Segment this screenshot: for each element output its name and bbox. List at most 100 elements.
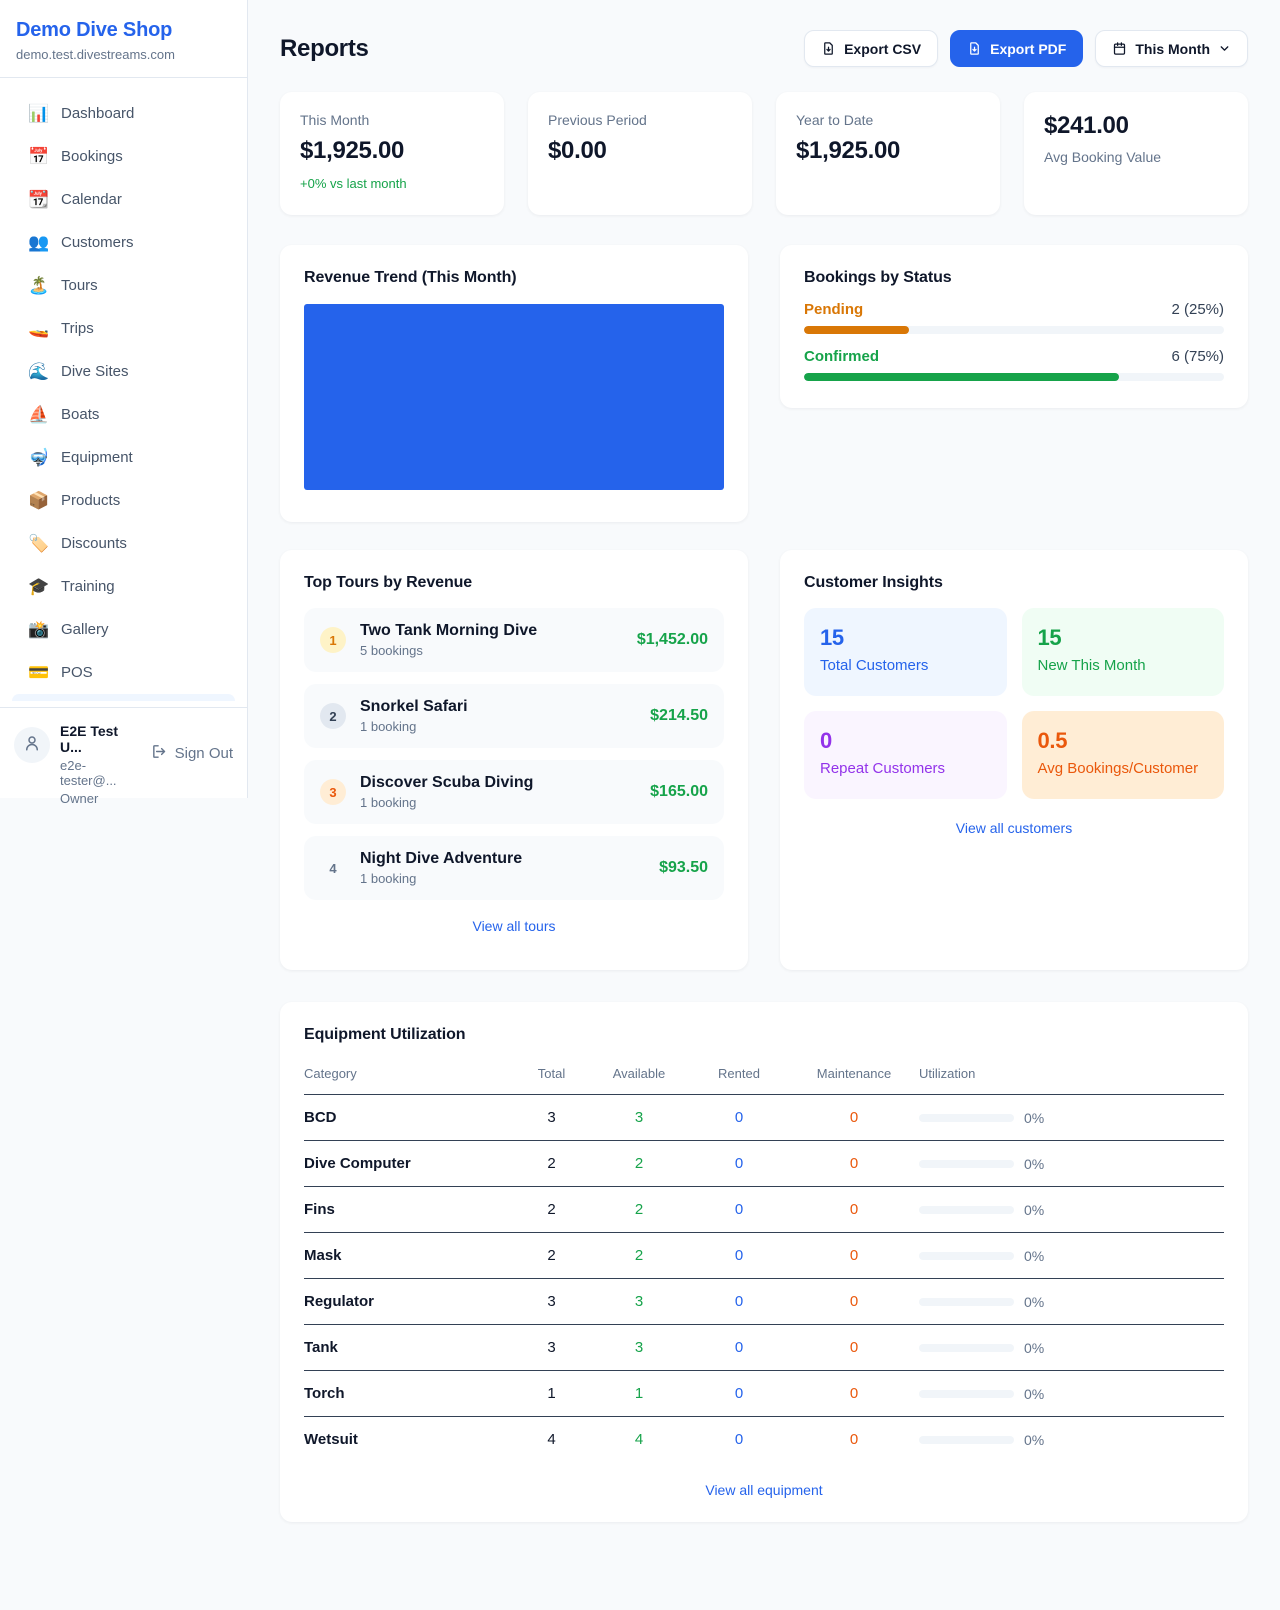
insight-label: New This Month [1038,657,1209,674]
equipment-category: Tank [304,1325,514,1371]
tour-name: Night Dive Adventure [360,850,645,868]
status-value: 6 (75%) [1171,348,1224,365]
column-header-category: Category [304,1054,514,1095]
page-title: Reports [280,35,369,63]
view-all-customers-link[interactable]: View all customers [804,820,1224,836]
equipment-category: Dive Computer [304,1141,514,1187]
bookings-by-status-card: Bookings by Status Pending2 (25%)Confirm… [780,245,1248,408]
status-label: Confirmed [804,348,879,365]
equipment-available: 1 [589,1371,689,1417]
sign-out-button[interactable]: Sign Out [151,743,233,764]
equipment-row-dive-computer: Dive Computer22000% [304,1141,1224,1187]
view-all-equipment-link[interactable]: View all equipment [304,1482,1224,1498]
equipment-rented: 0 [689,1095,789,1141]
sidebar-item-products[interactable]: 📦Products [12,479,235,522]
tour-revenue: $1,452.00 [637,631,708,649]
equipment-total: 3 [514,1325,589,1371]
sidebar-user-footer: E2E Test U... e2e-tester@... Owner Sign … [0,707,247,798]
status-row-confirmed: Confirmed 6 (75%) [804,348,1224,381]
status-progress-fill [804,326,909,334]
brand-name: Demo Dive Shop [16,19,231,42]
equipment-maintenance: 0 [789,1279,919,1325]
utilization-bar-track [919,1390,1014,1398]
sidebar-item-pos[interactable]: 💳POS [12,651,235,694]
sidebar-item-label: Discounts [61,535,127,552]
period-dropdown[interactable]: This Month [1095,30,1248,67]
equipment-total: 2 [514,1233,589,1279]
sidebar-item-tours[interactable]: 🏝️Tours [12,264,235,307]
equipment-rented: 0 [689,1141,789,1187]
status-progress-track [804,326,1224,334]
view-all-tours-link[interactable]: View all tours [304,918,724,934]
equipment-available: 4 [589,1417,689,1463]
person-icon [23,734,41,757]
utilization-cell: 0% [919,1340,1224,1356]
sailboat-icon: ⛵ [28,405,48,425]
utilization-percent: 0% [1024,1340,1044,1356]
sidebar-item-boats[interactable]: ⛵Boats [12,393,235,436]
sidebar-item-trips[interactable]: 🚤Trips [12,307,235,350]
user-email: e2e-tester@... [60,758,141,788]
insight-label: Total Customers [820,657,991,674]
package-icon: 📦 [28,491,48,511]
utilization-percent: 0% [1024,1110,1044,1126]
export-csv-button[interactable]: Export CSV [804,30,938,67]
equipment-available: 2 [589,1233,689,1279]
equipment-available: 2 [589,1141,689,1187]
sidebar-item-dashboard[interactable]: 📊Dashboard [12,92,235,135]
brand-domain: demo.test.divestreams.com [16,47,231,62]
people-icon: 👥 [28,233,48,253]
island-icon: 🏝️ [28,276,48,296]
avatar [14,727,50,763]
page-header: Reports Export CSV Export PDF This Month [280,30,1248,67]
tear-off-calendar-icon: 📆 [28,190,48,210]
equipment-rented: 0 [689,1417,789,1463]
sidebar-item-label: Training [61,578,115,595]
insight-label: Repeat Customers [820,760,991,777]
sidebar-item-customers[interactable]: 👥 Customers [12,221,235,264]
insight-tile-avg-bookings-customer: 0.5Avg Bookings/Customer [1022,711,1225,799]
stat-card-avg-booking-value: $241.00Avg Booking Value [1024,92,1248,215]
column-header-utilization: Utilization [919,1054,1224,1095]
equipment-rented: 0 [689,1325,789,1371]
export-pdf-button[interactable]: Export PDF [950,30,1083,67]
insight-tiles: 15Total Customers15New This Month0Repeat… [804,608,1224,799]
equipment-maintenance: 0 [789,1233,919,1279]
calendar-icon [1112,41,1127,56]
revenue-trend-chart [304,304,724,490]
sidebar-item-gallery[interactable]: 📸Gallery [12,608,235,651]
tour-bookings: 5 bookings [360,643,623,658]
sidebar-item-label: POS [61,664,93,681]
sidebar-item-label: Customers [61,234,134,251]
sidebar-item-training[interactable]: 🎓Training [12,565,235,608]
stat-delta: +0% vs last month [300,176,484,191]
sidebar-item-label: Bookings [61,148,123,165]
equipment-maintenance: 0 [789,1371,919,1417]
user-role: Owner [60,791,141,806]
utilization-percent: 0% [1024,1248,1044,1264]
revenue-trend-card: Revenue Trend (This Month) [280,245,748,522]
sidebar-item-dive-sites[interactable]: 🌊Dive Sites [12,350,235,393]
stat-label: Previous Period [548,112,732,128]
stat-value: $1,925.00 [796,137,980,165]
stat-card-year-to-date: Year to Date$1,925.00 [776,92,1000,215]
sidebar-item-bookings[interactable]: 📅Bookings [12,135,235,178]
equipment-table-header: CategoryTotalAvailableRentedMaintenanceU… [304,1054,1224,1095]
customer-insights-card: Customer Insights 15Total Customers15New… [780,550,1248,970]
equipment-row-regulator: Regulator33000% [304,1279,1224,1325]
column-header-available: Available [589,1054,689,1095]
stats-row: This Month$1,925.00+0% vs last monthPrev… [280,92,1248,215]
equipment-total: 1 [514,1371,589,1417]
sidebar-item-discounts[interactable]: 🏷️Discounts [12,522,235,565]
sidebar: Demo Dive Shop demo.test.divestreams.com… [0,0,248,798]
nav-active-item-partial [12,694,235,701]
rank-badge: 1 [320,627,346,653]
status-row-pending: Pending2 (25%) [804,301,1224,334]
sidebar-item-calendar[interactable]: 📆Calendar [12,178,235,221]
stat-value: $241.00 [1044,112,1228,140]
speedboat-icon: 🚤 [28,319,48,339]
tour-bookings: 1 booking [360,871,645,886]
sidebar-item-equipment[interactable]: 🤿Equipment [12,436,235,479]
column-header-maintenance: Maintenance [789,1054,919,1095]
export-csv-label: Export CSV [844,41,921,57]
